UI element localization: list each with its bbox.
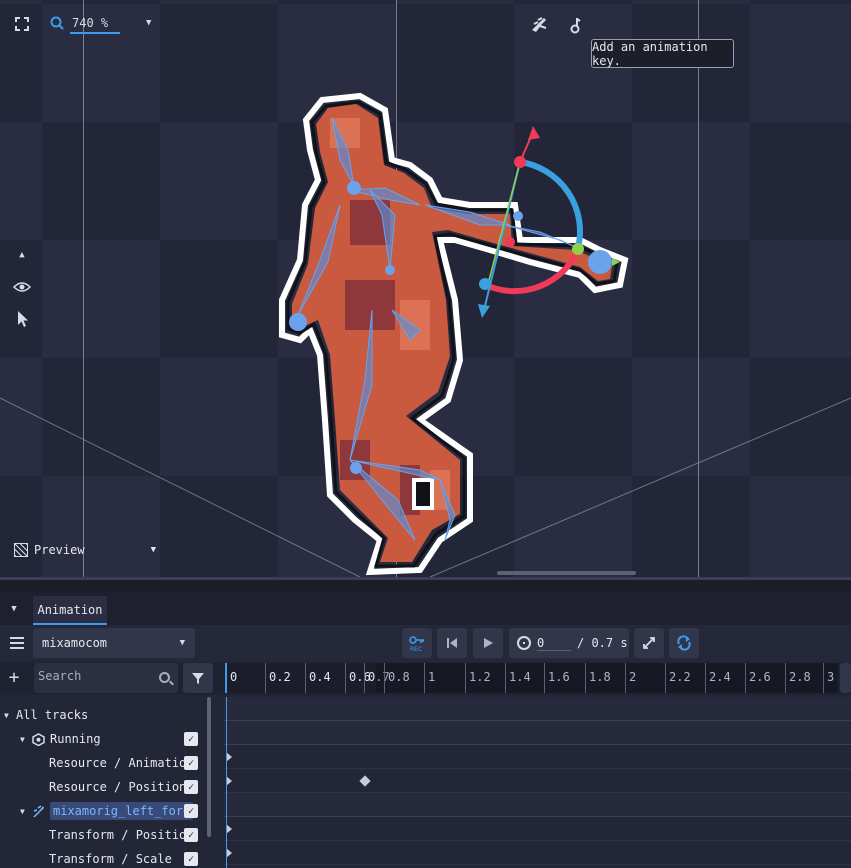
- track-search[interactable]: [34, 663, 178, 693]
- track-bone-left-fore[interactable]: ▼ mixamorig_left_fore ✓: [20, 799, 205, 823]
- keyframe-row: [224, 817, 851, 841]
- ruler-tick: 2.6: [745, 663, 771, 693]
- preview-label: Preview: [34, 543, 85, 557]
- ik-icon[interactable]: [566, 14, 586, 36]
- skip-to-start-icon[interactable]: [437, 628, 467, 658]
- ruler-tick: 0.7: [364, 663, 390, 693]
- horizontal-scrollbar[interactable]: [497, 571, 636, 575]
- track-enabled-checkbox[interactable]: ✓: [184, 852, 198, 866]
- panel-tab-bar: ▼ Animation: [0, 591, 851, 625]
- preview-icon: [14, 543, 28, 557]
- track-resource-animation[interactable]: Resource / Animatio ✓: [49, 751, 205, 775]
- ruler-tick: 3: [823, 663, 834, 693]
- animation-select[interactable]: mixamocom ▼: [33, 628, 195, 658]
- viewport-2d[interactable]: ▼ Add an animation key. ▲ Preview ▼: [0, 0, 851, 577]
- ruler-tick: 1.6: [544, 663, 570, 693]
- track-list: ▼ All tracks ▼ Running ✓ Resource / Anim…: [0, 697, 222, 868]
- track-enabled-checkbox[interactable]: ✓: [184, 804, 198, 818]
- ruler-tick: 1.8: [585, 663, 611, 693]
- character-sprite-scene[interactable]: [0, 0, 851, 577]
- track-list-scrollbar[interactable]: [207, 697, 211, 837]
- ruler-tick: 2.4: [705, 663, 731, 693]
- animation-toolbar: mixamocom ▼ REC / 0.7 s: [0, 625, 851, 661]
- keyframe-area[interactable]: [224, 697, 851, 868]
- zoom-input[interactable]: [70, 14, 120, 34]
- track-all[interactable]: ▼ All tracks: [4, 703, 209, 727]
- keyframe-row: [224, 793, 851, 817]
- chevron-down-icon[interactable]: ▼: [4, 711, 14, 720]
- ruler-tick: 2: [625, 663, 636, 693]
- chevron-down-icon: ▼: [179, 638, 185, 648]
- keyframe-row: [224, 721, 851, 745]
- track-enabled-checkbox[interactable]: ✓: [184, 732, 198, 746]
- ruler-tick: 2.8: [785, 663, 811, 693]
- track-enabled-checkbox[interactable]: ✓: [184, 828, 198, 842]
- chevron-down-icon[interactable]: ▼: [20, 807, 30, 816]
- track-running[interactable]: ▼ Running ✓: [20, 727, 205, 751]
- time-control: / 0.7 s: [509, 628, 629, 658]
- node-icon: [32, 732, 45, 746]
- current-time-input[interactable]: [537, 635, 571, 651]
- ruler-tick: 0.8: [384, 663, 410, 693]
- chevron-down-icon: ▼: [150, 545, 156, 555]
- panel-splitter[interactable]: [0, 577, 851, 591]
- track-enabled-checkbox[interactable]: ✓: [184, 756, 198, 770]
- search-input[interactable]: [38, 669, 148, 683]
- ruler-tick: 1.4: [505, 663, 531, 693]
- playhead-line: [226, 697, 227, 868]
- play-icon[interactable]: [473, 628, 503, 658]
- playhead[interactable]: [225, 663, 227, 693]
- ruler-tick: 2.2: [665, 663, 691, 693]
- eye-icon[interactable]: [12, 278, 32, 296]
- ruler-tick: 0.4: [305, 663, 331, 693]
- keyframe-row: [224, 745, 851, 769]
- clock-icon: [517, 636, 531, 650]
- expand-icon[interactable]: [634, 628, 664, 658]
- svg-text:REC: REC: [410, 646, 422, 652]
- filter-icon[interactable]: [183, 663, 213, 693]
- add-track-icon[interactable]: +: [4, 665, 24, 689]
- pointer-icon[interactable]: [14, 308, 32, 330]
- track-transform-position[interactable]: Transform / Positio ✓: [49, 823, 205, 847]
- animation-panel: ▼ Animation mixamocom ▼ REC / 0.7 s: [0, 591, 851, 868]
- track-enabled-checkbox[interactable]: ✓: [184, 780, 198, 794]
- track-transform-scale[interactable]: Transform / Scale ✓: [49, 847, 205, 868]
- tab-animation[interactable]: Animation: [33, 596, 107, 625]
- search-icon: [159, 672, 170, 683]
- chevron-down-icon[interactable]: ▼: [20, 735, 30, 744]
- bone-insert-icon[interactable]: [528, 14, 550, 36]
- ruler-tick: 1.2: [465, 663, 491, 693]
- crosshair-icon[interactable]: [12, 14, 32, 34]
- keyframe-row: [224, 769, 851, 793]
- preview-dropdown[interactable]: Preview ▼: [10, 538, 162, 562]
- chevron-down-icon[interactable]: ▼: [6, 601, 22, 617]
- zoom-icon: [50, 16, 64, 33]
- loop-icon[interactable]: [669, 628, 699, 658]
- ruler-tick: 0.2: [265, 663, 291, 693]
- chevron-down-icon[interactable]: ▼: [146, 18, 151, 28]
- animation-name: mixamocom: [42, 636, 108, 650]
- keyframe[interactable]: [359, 775, 371, 787]
- arrow-up-icon[interactable]: ▲: [14, 246, 30, 264]
- sprite-gap-inner: [416, 482, 430, 506]
- keyframe-row: [224, 697, 851, 721]
- ruler-scroll-handle[interactable]: [840, 663, 851, 693]
- record-key-icon[interactable]: REC: [402, 628, 432, 658]
- keyframe-row: [224, 841, 851, 865]
- track-resource-position[interactable]: Resource / Position ✓: [49, 775, 205, 799]
- menu-icon[interactable]: [2, 628, 32, 658]
- animation-length: / 0.7 s: [577, 636, 628, 650]
- zoom-control[interactable]: ▼: [44, 10, 164, 38]
- bone-icon: [32, 804, 45, 818]
- timeline-ruler[interactable]: 0 0.2 0.4 0.6 0.7 0.8 1 1.2 1.4 1.6 1.8 …: [224, 663, 838, 693]
- ruler-tick: 0.6: [345, 663, 371, 693]
- tooltip: Add an animation key.: [591, 39, 734, 68]
- ruler-tick: 1: [424, 663, 435, 693]
